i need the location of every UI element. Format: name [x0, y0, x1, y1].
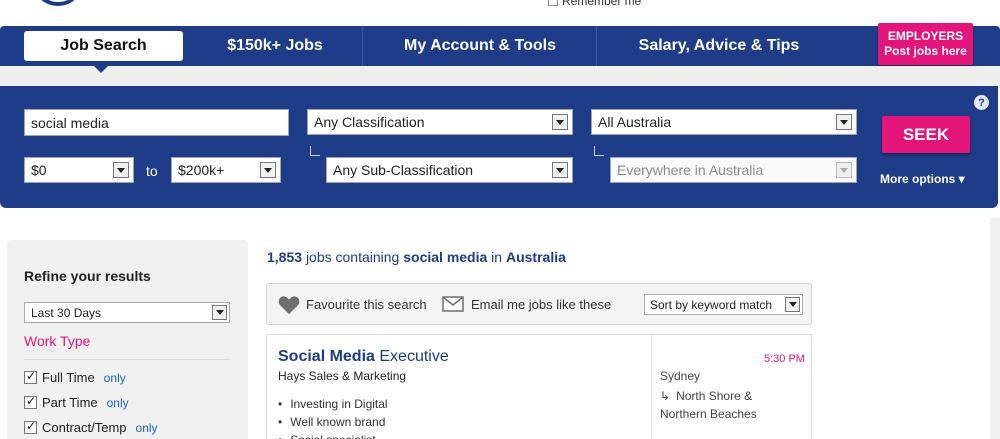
tab-my-account-tools[interactable]: My Account & Tools [364, 26, 597, 66]
job-highlight-item: Investing in Digital [278, 395, 387, 413]
work-type-full-time: Full Time only [24, 369, 126, 385]
full-time-only-link[interactable]: only [104, 371, 126, 385]
work-type-part-time: Part Time only [24, 394, 129, 410]
job-posted-time: 5:30 PM [764, 353, 805, 365]
location-select[interactable]: All Australia [591, 109, 857, 135]
work-type-label: Contract/Temp [42, 420, 127, 435]
part-time-only-link[interactable]: only [107, 396, 129, 410]
job-area-line2: Northern Beaches [660, 407, 757, 421]
remember-me-label: Remember me [562, 0, 642, 8]
job-title-link[interactable]: Social Media Executive [278, 348, 449, 366]
search-panel: social media Any Classification All Aust… [0, 86, 998, 208]
results-summary: 1,853 jobs containing social media in Au… [267, 249, 566, 265]
sub-location-value: Everywhere in Australia [617, 162, 764, 178]
remember-me-checkbox[interactable] [548, 0, 558, 6]
sub-location-select: Everywhere in Australia [610, 157, 857, 183]
chevron-down-icon[interactable] [836, 114, 852, 130]
contract-temp-checkbox[interactable] [24, 419, 37, 434]
job-title-rest: Executive [379, 348, 449, 365]
tab-150k-jobs[interactable]: $150k+ Jobs [188, 26, 363, 66]
job-listing[interactable]: Social Media Executive Hays Sales & Mark… [266, 334, 812, 439]
work-type-heading: Work Type [24, 333, 91, 349]
divider [651, 335, 652, 439]
job-area-line1: North Shore & [676, 389, 753, 403]
date-filter-select[interactable]: Last 30 Days [24, 302, 230, 323]
results-text-in: in [491, 249, 503, 265]
main-nav: Job Search $150k+ Jobs My Account & Tool… [0, 26, 1000, 66]
keywords-input[interactable]: social media [24, 109, 289, 136]
sub-classification-select[interactable]: Any Sub-Classification [326, 157, 573, 183]
employers-label: EMPLOYERS [887, 29, 964, 43]
job-area: ↳ North Shore & Northern Beaches [660, 387, 757, 423]
refine-title: Refine your results [24, 268, 151, 284]
sub-classification-value: Any Sub-Classification [333, 162, 474, 178]
favourite-search-link[interactable]: Favourite this search [306, 297, 427, 312]
chevron-down-icon[interactable] [113, 162, 129, 178]
job-highlight-item: Well known brand [278, 413, 388, 431]
work-type-label: Part Time [42, 395, 98, 410]
chevron-down-icon [836, 162, 852, 178]
email-jobs-link[interactable]: Email me jobs like these [471, 297, 611, 312]
work-type-contract-temp: Contract/Temp only [24, 419, 158, 435]
salary-min-value: $0 [31, 162, 47, 178]
more-options-link[interactable]: More options ▾ [880, 172, 965, 186]
envelope-icon[interactable] [442, 296, 464, 312]
location-value: All Australia [598, 114, 672, 130]
results-count: 1,853 [267, 249, 303, 265]
top-strip: Remember me [0, 0, 1000, 26]
job-highlight-item: Social specialist [278, 431, 388, 439]
sub-location-connector-icon [594, 146, 604, 156]
page: Remember me Job Search $150k+ Jobs My Ac… [0, 0, 1000, 439]
salary-max-value: $200k+ [178, 162, 225, 178]
heart-icon[interactable] [278, 295, 300, 315]
job-company: Hays Sales & Marketing [278, 369, 407, 383]
active-tab-pointer [92, 64, 110, 73]
sub-classification-connector-icon [310, 146, 320, 156]
logo[interactable] [38, 0, 78, 6]
chevron-down-icon[interactable] [212, 305, 227, 320]
part-time-checkbox[interactable] [24, 394, 37, 409]
results-text-jobs-containing: jobs containing [305, 249, 400, 265]
refine-panel: Refine your results Last 30 Days Work Ty… [7, 240, 248, 439]
salary-to-label: to [146, 163, 158, 179]
sub-location-arrow-icon: ↳ [660, 389, 671, 403]
sort-select[interactable]: Sort by keyword match [644, 294, 803, 315]
scrollbar[interactable] [990, 218, 1000, 439]
classification-value: Any Classification [314, 114, 425, 130]
post-jobs-label: Post jobs here [884, 44, 967, 58]
salary-max-select[interactable]: $200k+ [171, 157, 281, 183]
chevron-down-icon[interactable] [260, 162, 276, 178]
employers-post-jobs-button[interactable]: EMPLOYERS Post jobs here [878, 23, 973, 65]
divider [24, 359, 230, 360]
sort-value: Sort by keyword match [650, 297, 773, 312]
chevron-down-icon[interactable] [785, 297, 800, 312]
tab-job-search[interactable]: Job Search [24, 31, 183, 61]
tab-salary-advice-tips[interactable]: Salary, Advice & Tips [598, 26, 840, 66]
salary-min-select[interactable]: $0 [24, 157, 134, 183]
results-location: Australia [505, 249, 566, 265]
full-time-checkbox[interactable] [24, 369, 37, 384]
classification-select[interactable]: Any Classification [307, 109, 573, 135]
chevron-down-icon[interactable] [552, 162, 568, 178]
work-type-label: Full Time [42, 370, 95, 385]
nav-underband [0, 66, 1000, 86]
remember-me[interactable]: Remember me [548, 0, 641, 8]
job-title-highlight: Social Media [278, 348, 375, 365]
job-highlights: Investing in Digital Well known brand So… [278, 395, 388, 439]
date-filter-value: Last 30 Days [31, 305, 102, 320]
results-keyword: social media [403, 249, 488, 265]
contract-temp-only-link[interactable]: only [136, 421, 158, 435]
job-location: Sydney [660, 369, 701, 383]
results-toolbar: Favourite this search Email me jobs like… [266, 283, 812, 325]
chevron-down-icon[interactable] [552, 114, 568, 130]
help-icon[interactable]: ? [974, 95, 989, 110]
seek-search-button[interactable]: SEEK [882, 116, 970, 153]
